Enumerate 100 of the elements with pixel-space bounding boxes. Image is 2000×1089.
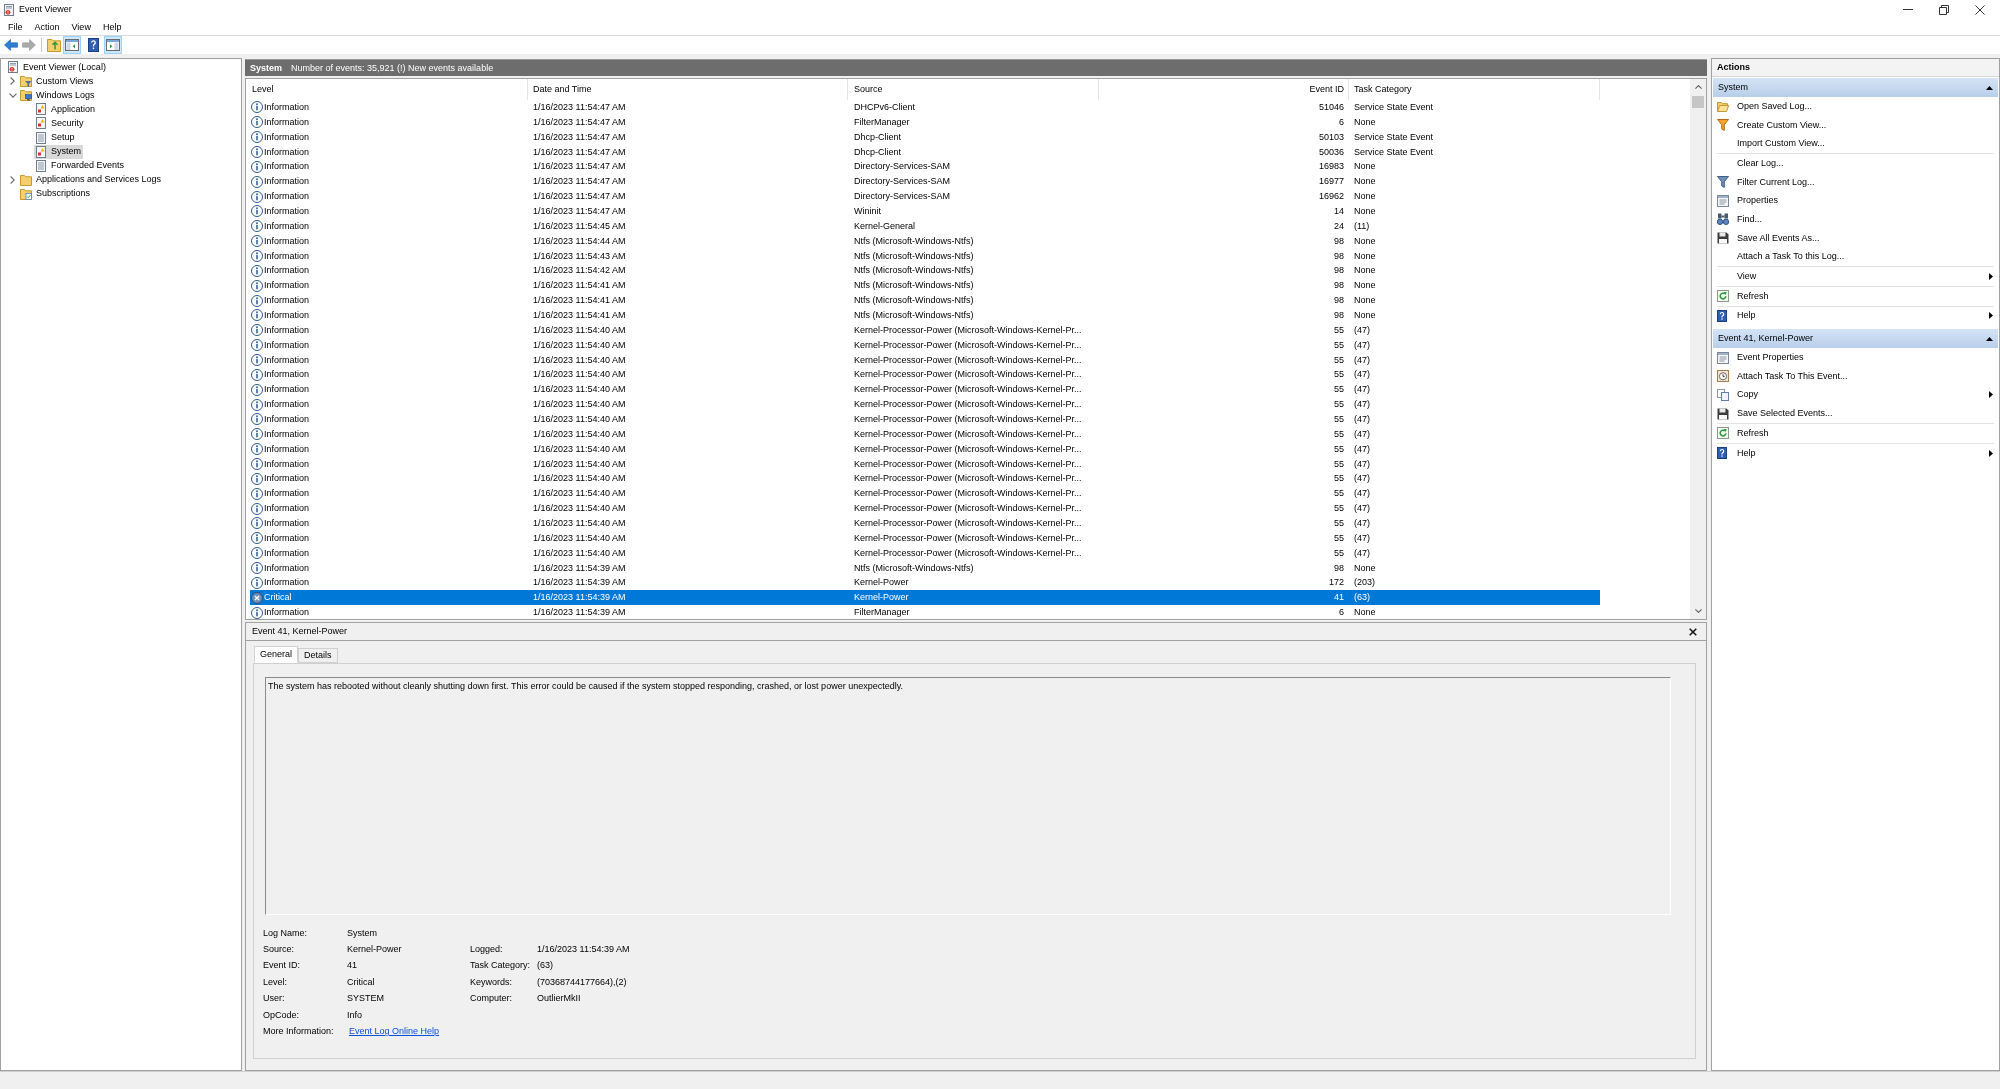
command-link[interactable]: Help <box>1712 443 1999 463</box>
tree-item[interactable]: Forwarded Events <box>34 158 127 173</box>
event-row[interactable]: Information 1/16/2023 11:54:40 AM Kernel-Processor-Power (Microsoft-Windows-Kernel-Pr... 55 (47) <box>250 486 1600 502</box>
up-one-level-button[interactable] <box>45 36 63 54</box>
event-row[interactable]: Information 1/16/2023 11:54:43 AM Ntfs (Microsoft-Windows-Ntfs) 98 None <box>250 248 1600 264</box>
command-link[interactable]: Save Selected Events... <box>1712 404 1999 423</box>
level-cell: Information <box>264 339 310 351</box>
collapse-icon[interactable] <box>1986 336 1993 341</box>
command-link[interactable]: Attach a Task To this Log... <box>1712 247 1999 267</box>
column-header[interactable]: Task Category <box>1349 79 1600 100</box>
command-link[interactable]: Open Saved Log... <box>1712 97 1999 116</box>
event-row[interactable]: Information 1/16/2023 11:54:47 AM DHCPv6-Client 51046 Service State Event <box>250 100 1600 115</box>
section-header[interactable]: Event 41, Kernel-Power <box>1713 329 1998 349</box>
command-link[interactable]: Filter Current Log... <box>1712 172 1999 192</box>
collapse-icon[interactable] <box>1986 85 1993 90</box>
tree-item[interactable]: Application <box>34 102 98 117</box>
event-row[interactable]: Information 1/16/2023 11:54:41 AM Ntfs (Microsoft-Windows-Ntfs) 98 None <box>250 278 1600 294</box>
command-link[interactable]: Create Custom View... <box>1712 115 1999 135</box>
event-row[interactable]: Information 1/16/2023 11:54:40 AM Kernel-Processor-Power (Microsoft-Windows-Kernel-Pr... 55 (47) <box>250 441 1600 457</box>
event-row[interactable]: Information 1/16/2023 11:54:40 AM Kernel-Processor-Power (Microsoft-Windows-Kernel-Pr... 55 (47) <box>250 426 1600 442</box>
date-time-cell: 1/16/2023 11:54:40 AM <box>533 473 626 485</box>
event-row[interactable]: Information 1/16/2023 11:54:47 AM Directory-Services-SAM 16962 None <box>250 189 1600 204</box>
level-cell: Information <box>264 324 310 336</box>
event-row[interactable]: Information 1/16/2023 11:54:41 AM Ntfs (Microsoft-Windows-Ntfs) 98 None <box>250 308 1600 323</box>
tree-item[interactable]: System <box>34 144 83 159</box>
command-link[interactable]: Import Custom View... <box>1712 134 1999 154</box>
tree-item[interactable]: Event Viewer (Local) <box>6 60 108 75</box>
source-cell: Kernel-Processor-Power (Microsoft-Windows-Kernel-Pr... <box>854 458 1082 470</box>
event-row[interactable]: Information 1/16/2023 11:54:45 AM Kernel-General 24 (11) <box>250 218 1600 234</box>
event-row[interactable]: Information 1/16/2023 11:54:40 AM Kernel-Processor-Power (Microsoft-Windows-Kernel-Pr... 55 (47) <box>250 501 1600 517</box>
copy-icon <box>1717 388 1729 401</box>
event-row[interactable]: Information 1/16/2023 11:54:40 AM Kernel-Processor-Power (Microsoft-Windows-Kernel-Pr... 55 (47) <box>250 471 1600 487</box>
tree-item[interactable]: Security <box>34 116 86 131</box>
event-row[interactable]: Information 1/16/2023 11:54:44 AM Ntfs (Microsoft-Windows-Ntfs) 98 None <box>250 233 1600 249</box>
details-title: Event 41, Kernel-Power <box>252 626 348 637</box>
action-pane-button[interactable] <box>104 36 122 54</box>
tree-item[interactable]: Custom Views <box>19 74 96 89</box>
column-header[interactable]: Level <box>250 79 528 100</box>
right-pane-window-icon <box>106 39 120 51</box>
event-id-cell: 55 <box>1334 324 1344 336</box>
column-header[interactable]: Date and Time <box>528 79 848 100</box>
back-button[interactable] <box>2 36 20 54</box>
event-row[interactable]: Information 1/16/2023 11:54:47 AM FilterManager 6 None <box>250 114 1600 130</box>
event-row[interactable]: Information 1/16/2023 11:54:40 AM Kernel-Processor-Power (Microsoft-Windows-Kernel-Pr... 55 (47) <box>250 337 1600 353</box>
command-link[interactable]: Save All Events As... <box>1712 228 1999 248</box>
event-row[interactable]: Information 1/16/2023 11:54:40 AM Kernel-Processor-Power (Microsoft-Windows-Kernel-Pr... 55 (47) <box>250 367 1600 383</box>
event-row[interactable]: Information 1/16/2023 11:54:40 AM Kernel-Processor-Power (Microsoft-Windows-Kernel-Pr... 55 (47) <box>250 545 1600 561</box>
command-link[interactable]: Attach Task To This Event... <box>1712 366 1999 386</box>
event-row[interactable]: Information 1/16/2023 11:54:40 AM Kernel-Processor-Power (Microsoft-Windows-Kernel-Pr... 55 (47) <box>250 322 1600 338</box>
event-row[interactable]: Information 1/16/2023 11:54:47 AM Directory-Services-SAM 16977 None <box>250 174 1600 190</box>
tab[interactable]: General <box>254 646 299 663</box>
event-row[interactable]: Critical 1/16/2023 11:54:39 AM Kernel-Power 41 (63) <box>250 590 1600 606</box>
event-row[interactable]: Information 1/16/2023 11:54:41 AM Ntfs (Microsoft-Windows-Ntfs) 98 None <box>250 293 1600 309</box>
event-row[interactable]: Information 1/16/2023 11:54:40 AM Kernel-Processor-Power (Microsoft-Windows-Kernel-Pr... 55 (47) <box>250 530 1600 546</box>
event-id-cell: 55 <box>1334 458 1344 470</box>
event-row[interactable]: Information 1/16/2023 11:54:39 AM Kernel-Power 172 (203) <box>250 575 1600 591</box>
event-row[interactable]: Information 1/16/2023 11:54:40 AM Kernel-Processor-Power (Microsoft-Windows-Kernel-Pr... 55 (47) <box>250 456 1600 472</box>
command-link[interactable]: Help <box>1712 306 1999 326</box>
command-link[interactable]: Properties <box>1712 191 1999 211</box>
command-link[interactable]: View <box>1712 267 1999 286</box>
command-link[interactable]: Copy <box>1712 385 1999 405</box>
event-row[interactable]: Information 1/16/2023 11:54:40 AM Kernel-Processor-Power (Microsoft-Windows-Kernel-Pr... 55 (47) <box>250 397 1600 413</box>
event-row[interactable]: Information 1/16/2023 11:54:47 AM Wininit 14 None <box>250 204 1600 219</box>
event-row[interactable]: Information 1/16/2023 11:54:39 AM FilterManager 6 None <box>250 605 1600 619</box>
console-tree-button[interactable] <box>63 36 81 54</box>
date-time-cell: 1/16/2023 11:54:40 AM <box>533 458 626 470</box>
column-header[interactable]: Source <box>848 79 1099 100</box>
event-row[interactable]: Information 1/16/2023 11:54:40 AM Kernel-Processor-Power (Microsoft-Windows-Kernel-Pr... 55 (47) <box>250 352 1600 368</box>
event-row[interactable]: Information 1/16/2023 11:54:40 AM Kernel-Processor-Power (Microsoft-Windows-Kernel-Pr... 55 (47) <box>250 382 1600 398</box>
event-row[interactable]: Information 1/16/2023 11:54:47 AM Directory-Services-SAM 16983 None <box>250 159 1600 175</box>
scrollbar-thumb[interactable] <box>1692 96 1704 108</box>
command-link[interactable]: Clear Log... <box>1712 154 1999 173</box>
event-row[interactable]: Information 1/16/2023 11:54:40 AM Kernel-Processor-Power (Microsoft-Windows-Kernel-Pr... 55 (47) <box>250 516 1600 531</box>
column-header[interactable]: Event ID <box>1099 79 1349 100</box>
tree-item[interactable]: Windows Logs <box>19 88 97 103</box>
menu-item[interactable]: Action <box>28 19 66 35</box>
event-row[interactable]: Information 1/16/2023 11:54:40 AM Kernel-Processor-Power (Microsoft-Windows-Kernel-Pr... 55 (47) <box>250 412 1600 427</box>
scroll-up-icon[interactable] <box>1694 85 1702 89</box>
tree-item[interactable]: Applications and Services Logs <box>19 172 164 187</box>
tree-item[interactable]: Setup <box>34 130 77 145</box>
event-row[interactable]: Information 1/16/2023 11:54:39 AM Ntfs (Microsoft-Windows-Ntfs) 98 None <box>250 560 1600 576</box>
description-field[interactable]: The system has rebooted without cleanly shutting down first. This error could be caused if the system stopped responding, crashed, or lost power unexpectedly. <box>265 677 1671 915</box>
event-row[interactable]: Information 1/16/2023 11:54:47 AM Dhcp-Client 50103 Service State Event <box>250 129 1600 145</box>
command-link[interactable]: Event Properties <box>1712 348 1999 367</box>
event-row[interactable]: Information 1/16/2023 11:54:42 AM Ntfs (Microsoft-Windows-Ntfs) 98 None <box>250 263 1600 279</box>
source-cell: Ntfs (Microsoft-Windows-Ntfs) <box>854 250 974 262</box>
menu-item[interactable]: File <box>2 19 29 35</box>
tree-item[interactable]: Subscriptions <box>19 186 93 201</box>
info-icon <box>251 146 263 158</box>
tab[interactable]: Details <box>298 648 338 663</box>
command-link[interactable]: Refresh <box>1712 286 1999 306</box>
command-link[interactable]: Refresh <box>1712 424 1999 443</box>
help-link[interactable]: Event Log Online Help <box>349 1026 440 1038</box>
menu-item[interactable]: View <box>65 19 97 35</box>
source-cell: Ntfs (Microsoft-Windows-Ntfs) <box>854 309 974 321</box>
scroll-down-icon[interactable] <box>1694 609 1702 613</box>
command-link[interactable]: Find... <box>1712 210 1999 229</box>
event-row[interactable]: Information 1/16/2023 11:54:47 AM Dhcp-Client 50036 Service State Event <box>250 144 1600 160</box>
menu-item[interactable]: Help <box>96 19 128 35</box>
section-header[interactable]: System <box>1713 78 1998 97</box>
